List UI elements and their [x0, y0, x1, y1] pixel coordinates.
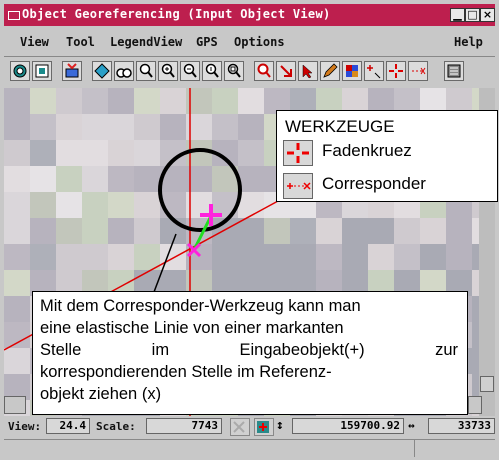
input-point-marker: [200, 204, 222, 226]
zoom-fit-icon[interactable]: [224, 61, 244, 81]
legend-icon[interactable]: [342, 61, 362, 81]
corresponder-icon[interactable]: [408, 61, 428, 81]
leftright-arrows-icon[interactable]: ↔: [408, 419, 415, 432]
corresponder-tool-label: Corresponder: [322, 174, 426, 193]
close-icon[interactable]: ×: [480, 8, 495, 22]
edit-icon[interactable]: [320, 61, 340, 81]
scale-field[interactable]: 7743: [146, 418, 222, 434]
info-line-2: eine elastische Linie von einer markante…: [40, 319, 344, 337]
status-bar: View: 24.4 Scale: 7743 ↕ 159700.92 ↔ 337…: [4, 416, 495, 438]
diamond-icon[interactable]: [92, 61, 112, 81]
message-bar: [4, 439, 495, 457]
info-line-4: korrespondierenden Stelle im Referenz-: [40, 363, 332, 381]
elastic-line: [192, 215, 213, 251]
coord-x-field[interactable]: 159700.92: [292, 418, 404, 434]
zoom-out-icon[interactable]: [180, 61, 200, 81]
zoom-box-icon[interactable]: [136, 61, 156, 81]
menu-bar: View Tool LegendView GPS Options Help: [4, 28, 495, 57]
callout-pointer-line: [153, 233, 177, 293]
crosshair-icon[interactable]: [386, 61, 406, 81]
info-line-3: Stelle im Eingabeobjekt(+) zur: [40, 341, 458, 359]
updown-arrows-icon[interactable]: ↕: [276, 418, 284, 433]
view-label: View:: [8, 420, 42, 433]
menu-tool[interactable]: Tool: [66, 35, 95, 49]
binoculars-icon[interactable]: [114, 61, 134, 81]
title-bar[interactable]: Object Georeferencing (Input Object View…: [4, 4, 495, 26]
menu-help[interactable]: Help: [454, 35, 483, 49]
menu-legendview[interactable]: LegendView: [110, 35, 182, 49]
view-field[interactable]: 24.4: [46, 418, 90, 434]
crosshair-tool-label: Fadenkruez: [322, 141, 412, 160]
frame-icon[interactable]: [32, 61, 52, 81]
message-bar-divider: [414, 440, 415, 457]
minimize-icon[interactable]: ▁: [450, 8, 465, 22]
position-mode-icon[interactable]: [254, 418, 274, 436]
point-add-icon[interactable]: [364, 61, 384, 81]
toolbar: [4, 57, 495, 87]
menu-view[interactable]: View: [20, 35, 49, 49]
crosshair-tool-icon: [283, 140, 313, 166]
zoom-in-icon[interactable]: [158, 61, 178, 81]
scroll-down-icon[interactable]: [480, 376, 494, 392]
info-line-1: Mit dem Corresponder-Werkzeug kann man: [40, 297, 361, 315]
search-red-icon[interactable]: [254, 61, 274, 81]
info-line-5: objekt ziehen (x): [40, 385, 162, 403]
info-callout: Mit dem Corresponder-Werkzeug kann man e…: [32, 291, 468, 415]
application-window: Object Georeferencing (Input Object View…: [0, 0, 499, 460]
corresponder-tool-icon: [283, 173, 313, 199]
tools-callout: WERKZEUGE Fadenkruez Corresponder: [276, 110, 498, 202]
target-icon[interactable]: [10, 61, 30, 81]
menu-options[interactable]: Options: [234, 35, 285, 49]
system-menu-icon[interactable]: [8, 11, 20, 20]
maximize-icon[interactable]: □: [465, 8, 480, 22]
add-layer-icon[interactable]: [62, 61, 82, 81]
scroll-left-icon[interactable]: [4, 396, 26, 414]
highlight-circle: [158, 148, 242, 232]
menu-gps[interactable]: GPS: [196, 35, 218, 49]
pointer-icon[interactable]: [298, 61, 318, 81]
lock-scale-icon[interactable]: [230, 418, 250, 436]
scroll-right-icon[interactable]: [468, 396, 482, 414]
window-title: Object Georeferencing (Input Object View…: [22, 7, 331, 21]
settings-icon[interactable]: [444, 61, 464, 81]
select-arrow-icon[interactable]: [276, 61, 296, 81]
scale-label: Scale:: [96, 420, 136, 433]
tools-heading: WERKZEUGE: [285, 117, 395, 136]
coord-y-field[interactable]: 33733: [428, 418, 495, 434]
zoom-1x-icon[interactable]: [202, 61, 222, 81]
